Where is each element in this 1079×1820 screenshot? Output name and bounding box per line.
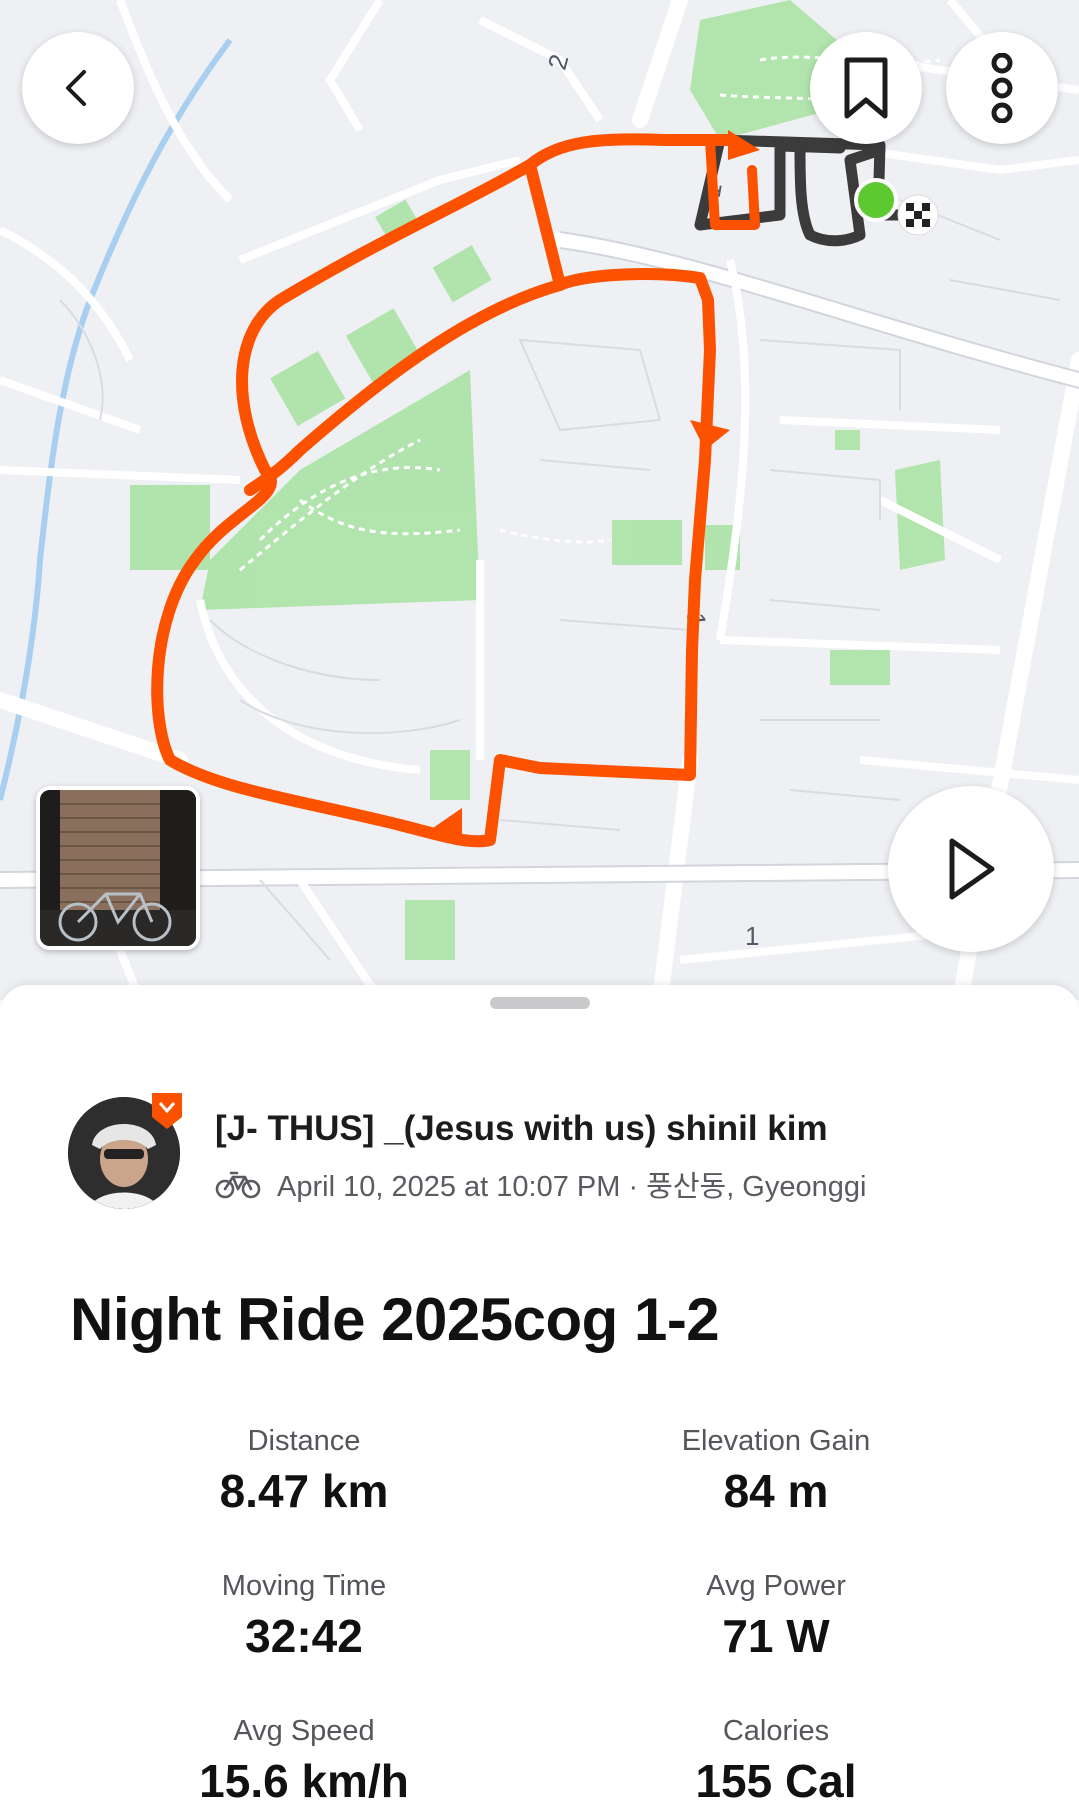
stat-value: 8.47 km — [219, 1465, 389, 1517]
activity-meta: April 10, 2025 at 10:07 PM · 풍산동, Gyeong… — [215, 1163, 866, 1205]
stat-value: 15.6 km/h — [199, 1755, 409, 1807]
road-label: 1 — [745, 921, 759, 951]
finish-marker — [897, 194, 939, 236]
chevron-left-icon — [66, 70, 86, 106]
play-icon — [949, 838, 995, 900]
stat-elevation-gain: Elevation Gain 84 m — [566, 1425, 986, 1518]
stat-label: Moving Time — [221, 1570, 387, 1602]
activity-title: Night Ride 2025cog 1-2 — [70, 1286, 720, 1353]
stat-avg-speed: Avg Speed 15.6 km/h — [94, 1715, 514, 1808]
activity-date-location: April 10, 2025 at 10:07 PM · 풍산동, Gyeong… — [277, 1171, 867, 1203]
activity-photo-thumbnail[interactable] — [36, 786, 200, 950]
stat-label: Distance — [247, 1425, 361, 1457]
sheet-drag-handle[interactable] — [490, 997, 590, 1009]
stat-value: 84 m — [723, 1465, 829, 1517]
subscriber-badge-icon — [152, 1093, 182, 1129]
athlete-name[interactable]: [J- THUS] _(Jesus with us) shinil kim — [215, 1109, 828, 1149]
stat-avg-power: Avg Power 71 W — [566, 1570, 986, 1663]
back-button[interactable] — [22, 32, 134, 144]
activity-details-sheet: [J- THUS] _(Jesus with us) shinil kim Ap… — [0, 985, 1079, 1820]
bookmark-button[interactable] — [810, 32, 922, 144]
start-marker — [854, 178, 898, 222]
stat-value: 155 Cal — [695, 1755, 857, 1807]
stat-calories: Calories 155 Cal — [566, 1715, 986, 1808]
stat-label: Calories — [722, 1715, 830, 1747]
stat-label: Avg Power — [706, 1570, 846, 1602]
road-labels: 2 1 1 1 — [542, 51, 760, 951]
stat-value: 32:42 — [245, 1610, 363, 1662]
more-vertical-icon — [991, 53, 1013, 123]
stat-label: Elevation Gain — [681, 1425, 871, 1457]
stat-label: Avg Speed — [233, 1715, 375, 1747]
bookmark-icon — [844, 57, 888, 119]
stat-moving-time: Moving Time 32:42 — [94, 1570, 514, 1663]
road-label: 2 — [542, 51, 575, 73]
more-options-button[interactable] — [946, 32, 1058, 144]
bike-photo — [40, 790, 196, 946]
play-flyover-button[interactable] — [888, 786, 1054, 952]
stat-value: 71 W — [722, 1610, 830, 1662]
bike-icon — [215, 1171, 261, 1199]
stat-distance: Distance 8.47 km — [94, 1425, 514, 1518]
